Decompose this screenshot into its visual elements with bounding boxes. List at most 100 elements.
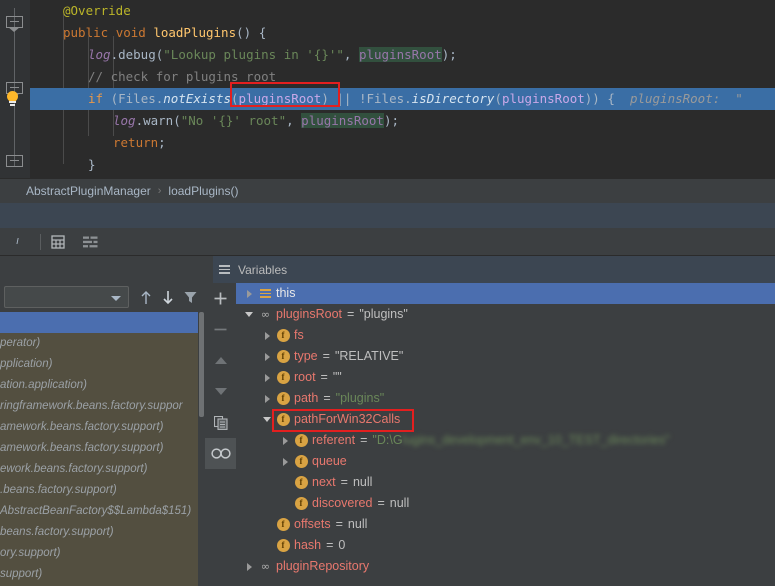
variable-row[interactable]: f offsets = null (236, 514, 775, 535)
watches-toggle-button[interactable] (205, 438, 236, 469)
frames-list-item[interactable]: amework.beans.factory.support) (0, 417, 205, 438)
toolbar-divider (40, 233, 41, 250)
variables-panel[interactable]: Variables this ∞ pluginsRoot = "plugins" f fs f… (205, 256, 775, 586)
variable-name: queue (312, 454, 347, 468)
debugger-toolbar[interactable]: 𝚤 (0, 228, 775, 256)
intention-bulb-icon[interactable] (5, 91, 20, 107)
variables-vertical-toolbar[interactable] (205, 283, 236, 586)
twisty-collapsed-icon[interactable] (278, 430, 292, 451)
breadcrumb-method[interactable]: loadPlugins() (168, 184, 238, 198)
twisty-collapsed-icon[interactable] (278, 451, 292, 472)
add-watch-button[interactable] (205, 283, 236, 314)
move-watch-up-button[interactable] (205, 345, 236, 376)
frames-panel[interactable]: perator) pplication) ation.application) rin… (0, 256, 205, 586)
code-line[interactable]: if (Files.notExists(pluginsRoot) || !Fil… (7, 88, 775, 110)
code-line[interactable]: log.warn("No '{}' root", pluginsRoot); (30, 110, 775, 132)
frames-list-item[interactable]: beans.factory.support) (0, 522, 205, 543)
code-line[interactable]: // check for plugins root (30, 66, 775, 88)
frames-list[interactable]: perator) pplication) ation.application) rin… (0, 312, 205, 586)
twisty-collapsed-icon[interactable] (242, 283, 256, 304)
twisty-expanded-icon[interactable] (260, 409, 274, 430)
frames-list-item[interactable]: .beans.factory.support) (0, 480, 205, 501)
code-token: pluginsRoot (301, 113, 384, 128)
variable-value: "" (332, 370, 342, 384)
variable-row[interactable]: ∞ pluginsRoot = "plugins" (236, 304, 775, 325)
editor-gutter[interactable] (0, 0, 30, 178)
twisty-collapsed-icon[interactable] (242, 556, 256, 577)
field-icon: f (292, 472, 310, 493)
breadcrumb[interactable]: AbstractPluginManager › loadPlugins() (0, 178, 775, 203)
code-line[interactable]: return; (30, 132, 775, 154)
frames-list-item[interactable]: ringframework.beans.factory.suppor (0, 396, 205, 417)
frames-list-item[interactable]: pplication) (0, 354, 205, 375)
frames-list-item[interactable]: ework.beans.factory.support) (0, 459, 205, 480)
code-lines[interactable]: @Override public void loadPlugins() {log.… (7, 0, 775, 178)
variable-row[interactable]: f hash = 0 (236, 535, 775, 556)
variable-name: root (294, 370, 316, 384)
twisty-collapsed-icon[interactable] (260, 346, 274, 367)
remove-watch-button[interactable] (205, 314, 236, 345)
code-token: public (63, 25, 109, 40)
variable-row[interactable]: f pathForWin32Calls (236, 409, 775, 430)
variable-row[interactable]: f path = "plugins" (236, 388, 775, 409)
code-token: pluginsRoot (501, 91, 585, 106)
code-token: pluginsRoot (238, 91, 322, 106)
toolbar-edge-icon[interactable]: 𝚤 (6, 231, 28, 253)
variable-row[interactable]: f referent = "D:\G lugins_development_env_10… (236, 430, 775, 451)
frames-list-item[interactable] (0, 312, 205, 333)
frames-list-item[interactable]: perator) (0, 333, 205, 354)
variable-row[interactable]: f root = "" (236, 367, 775, 388)
variable-name: this (276, 286, 296, 300)
frames-list-item[interactable]: amework.beans.factory.support) (0, 438, 205, 459)
frames-filter-icon[interactable] (179, 286, 201, 308)
code-token: @Override (63, 3, 131, 18)
frames-list-item[interactable]: AbstractBeanFactory$$Lambda$151) (0, 501, 205, 522)
frames-list-item[interactable]: ory.support) (0, 543, 205, 564)
frames-step-down-button[interactable] (157, 286, 179, 308)
variable-row[interactable]: this (236, 283, 775, 304)
variables-title-label: Variables (238, 262, 288, 277)
variables-panel-title: Variables (213, 256, 775, 283)
sort-layout-icon[interactable] (79, 231, 101, 253)
twisty-none (278, 493, 292, 514)
thread-selector-combo[interactable] (4, 286, 129, 308)
twisty-none (278, 472, 292, 493)
field-icon: f (274, 325, 292, 346)
settings-table-icon[interactable] (47, 231, 69, 253)
code-line[interactable]: @Override (30, 0, 775, 22)
code-line[interactable]: } (30, 154, 775, 176)
breadcrumb-class[interactable]: AbstractPluginManager (26, 184, 151, 198)
variable-value: "RELATIVE" (334, 349, 404, 363)
code-editor[interactable]: @Override public void loadPlugins() {log.… (0, 0, 775, 178)
twisty-expanded-icon[interactable] (242, 304, 256, 325)
frames-scrollbar-thumb[interactable] (199, 312, 204, 417)
variable-row[interactable]: f type = "RELATIVE" (236, 346, 775, 367)
code-line[interactable]: public void loadPlugins() { (30, 22, 775, 44)
frames-filter-bar[interactable] (0, 282, 205, 312)
copy-value-button[interactable] (205, 407, 236, 438)
variables-tree[interactable]: this ∞ pluginsRoot = "plugins" f fs f type = "RELA… (236, 283, 775, 586)
twisty-collapsed-icon[interactable] (260, 388, 274, 409)
variable-row[interactable]: f next = null (236, 472, 775, 493)
fold-marker-end[interactable] (6, 155, 23, 172)
code-line[interactable]: log.debug("Lookup plugins in '{}'", plug… (30, 44, 775, 66)
frames-list-item[interactable]: support) (0, 564, 205, 585)
move-watch-down-button[interactable] (205, 376, 236, 407)
frames-list-item[interactable]: ation.application) (0, 375, 205, 396)
frames-step-up-button[interactable] (135, 286, 157, 308)
variable-row[interactable]: ∞ pluginRepository (236, 556, 775, 577)
variable-row[interactable]: f discovered = null (236, 493, 775, 514)
variable-name: discovered (312, 496, 373, 510)
variable-row[interactable]: f fs (236, 325, 775, 346)
fold-marker-method[interactable] (6, 16, 23, 33)
variable-value: null (352, 475, 373, 489)
twisty-collapsed-icon[interactable] (260, 367, 274, 388)
variable-row[interactable]: f queue (236, 451, 775, 472)
code-token: } (88, 157, 96, 172)
field-icon: f (292, 451, 310, 472)
frames-scrollbar[interactable] (198, 312, 205, 586)
ide-debugger-window: @Override public void loadPlugins() {log.… (0, 0, 775, 586)
twisty-collapsed-icon[interactable] (260, 325, 274, 346)
code-token: )) { (584, 91, 630, 106)
